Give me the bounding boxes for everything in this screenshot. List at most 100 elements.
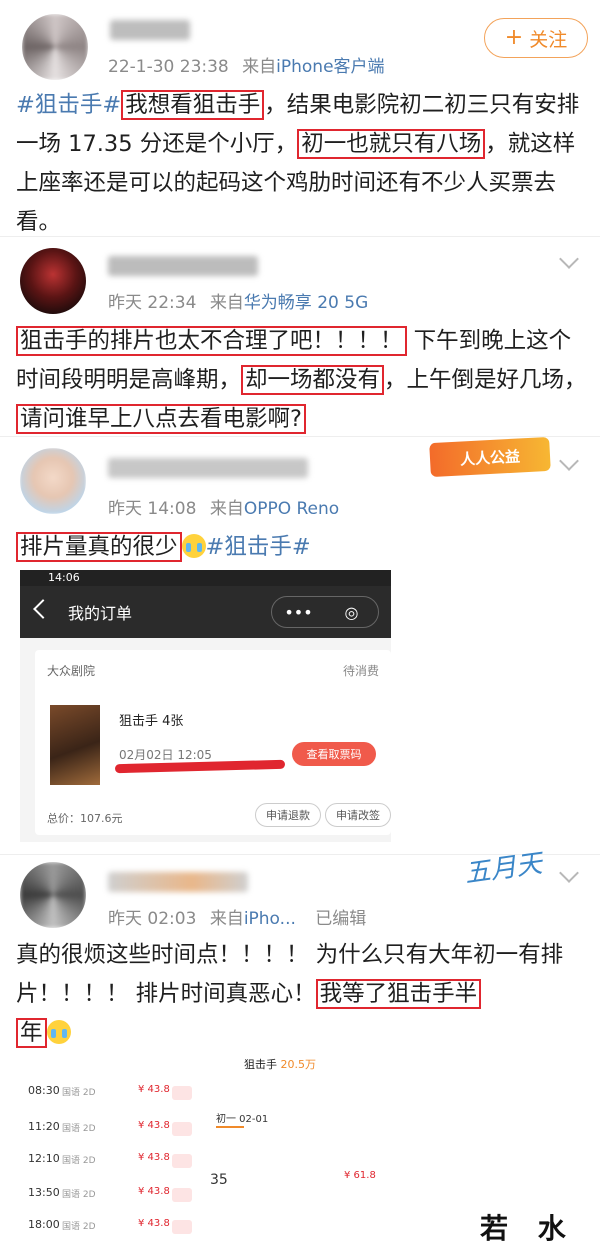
buy-tag <box>172 1086 192 1100</box>
source-prefix: 来自 <box>242 57 277 77</box>
status-time: 14:06 <box>48 571 80 584</box>
comment-meta: 昨天 02:03 来自iPho... 已编辑 <box>108 904 366 929</box>
row-time: 18:00 <box>28 1218 60 1231</box>
chevron-down-icon[interactable] <box>559 249 579 269</box>
public-welfare-badge[interactable]: 人人公益 <box>429 436 551 478</box>
comment-item: 昨天 22:34 来自华为畅享 20 5G 狙击手的排片也太不合理了吧！！！！ … <box>0 238 600 438</box>
list-item: 11:20 国语 2D ¥ 43.8 <box>20 1116 198 1152</box>
username[interactable] <box>108 458 308 478</box>
showtime: 02月02日 12:05 <box>119 748 212 762</box>
highlight-box: 狙击手的排片也太不合理了吧！！！！ <box>16 326 407 356</box>
edited-label: 已编辑 <box>315 909 367 929</box>
divider <box>0 436 600 437</box>
crying-emoji-icon <box>181 534 206 558</box>
view-ticket-code-button: 查看取票码 <box>292 742 376 766</box>
comment-text: 真的很烦这些时间点！！！！ 为什么只有大年初一有排片！！！！ 排片时间真恶心！我… <box>16 936 588 1053</box>
avatar[interactable] <box>20 248 86 314</box>
username[interactable] <box>108 872 248 892</box>
row-time: 35 <box>210 1172 228 1188</box>
row-time: 12:10 <box>28 1152 60 1165</box>
badge-label: 人人公益 <box>459 446 521 469</box>
order-total: 总价：107.6元 <box>47 812 123 825</box>
highlight-box: 我等了狙击手半 <box>315 979 482 1009</box>
highlight-box: 排片量真的很少 <box>16 532 182 562</box>
row-price: ¥ 43.8 <box>138 1084 170 1095</box>
comment-text: 排片量真的很少 #狙击手# <box>16 528 588 567</box>
buy-tag <box>172 1188 192 1202</box>
showtimes-screenshot-left[interactable]: 08:30 国语 2D ¥ 43.8 11:20 国语 2D ¥ 43.8 12:10 国… <box>20 1050 198 1245</box>
row-price: ¥ 43.8 <box>138 1218 170 1229</box>
avatar[interactable] <box>20 862 86 928</box>
row-price: ¥ 43.8 <box>138 1186 170 1197</box>
chevron-down-icon[interactable] <box>559 863 579 883</box>
list-item: 08:30 国语 2D ¥ 43.8 <box>20 1080 198 1116</box>
follow-button[interactable]: + 关注 <box>484 18 588 58</box>
comment-time: 昨天 22:34 <box>108 293 197 313</box>
hashtag-link[interactable]: #狙击手# <box>16 92 121 118</box>
back-arrow-icon <box>33 599 53 619</box>
comment-meta: 昨天 14:08 来自OPPO Reno <box>108 494 339 519</box>
comment-source[interactable]: OPPO Reno <box>244 499 339 519</box>
site-watermark: 若 水 网 <box>480 1212 576 1245</box>
list-item: 13:50 国语 2D ¥ 43.8 <box>20 1182 198 1218</box>
movie-title: 狙击手 <box>244 1058 277 1071</box>
username[interactable] <box>108 256 258 276</box>
showtimes-screenshot-right[interactable]: 狙击手 20.5万 初一 02-01 35 ¥ 61.8 <box>204 1050 396 1245</box>
username[interactable] <box>110 20 190 40</box>
highlight-box: 我想看狙击手 <box>121 90 265 120</box>
row-time: 08:30 <box>28 1084 60 1097</box>
date-tab: 初一 02-01 <box>216 1114 269 1125</box>
comment-source[interactable]: iPho... <box>244 909 296 929</box>
avatar[interactable] <box>22 14 88 80</box>
order-screenshot[interactable]: 14:06 我的订单 ••• ◎ 大众剧院 待消费 狙击手 4张 02月02日 … <box>20 570 391 842</box>
text-segment: 真的很烦这些时间点！！！！ 为什么只有大年初一有排片！！！！ 排片时间真恶心！ <box>16 942 564 1007</box>
avatar[interactable] <box>20 448 86 514</box>
divider <box>0 236 600 237</box>
buy-tag <box>172 1122 192 1136</box>
row-price: ¥ 43.8 <box>138 1120 170 1131</box>
row-hall: 国语 2D <box>62 1088 96 1098</box>
row-hall: 国语 2D <box>62 1156 96 1166</box>
comment-meta: 昨天 22:34 来自华为畅享 20 5G <box>108 288 368 313</box>
movie-poster <box>50 705 100 785</box>
main-post: 22-1-30 23:38 来自iPhone客户端 + 关注 #狙击手# 我想看狙… <box>0 0 600 235</box>
list-item: 18:00 国语 2D ¥ 43.8 <box>20 1214 198 1245</box>
row-time: 13:50 <box>28 1186 60 1199</box>
text-segment: ，上午倒是好几场， <box>384 367 587 393</box>
plus-icon: + <box>504 25 524 50</box>
chevron-down-icon[interactable] <box>559 451 579 471</box>
hashtag-link[interactable]: #狙击手# <box>206 534 311 560</box>
row-hall: 国语 2D <box>62 1222 96 1232</box>
order-status: 待消费 <box>342 664 379 678</box>
list-item: 12:10 国语 2D ¥ 43.8 <box>20 1148 198 1184</box>
crying-emoji-icon <box>46 1020 71 1044</box>
comment-item: 昨天 02:03 来自iPho... 已编辑 真的很烦这些时间点！！！！ 为什么… <box>0 856 600 1048</box>
row-price: ¥ 43.8 <box>138 1152 170 1163</box>
highlight-box: 初一也就只有八场 <box>297 129 486 159</box>
highlight-box: 却一场都没有 <box>241 365 385 395</box>
source-prefix: 来自 <box>209 293 244 313</box>
post-timestamp: 22-1-30 23:38 <box>108 57 229 77</box>
post-meta: 22-1-30 23:38 来自iPhone客户端 <box>108 52 385 77</box>
source-prefix: 来自 <box>209 909 244 929</box>
want-count: 20.5万 <box>280 1058 317 1071</box>
comment-source[interactable]: 华为畅享 20 5G <box>244 293 368 313</box>
post-text: #狙击手# 我想看狙击手 ，结果电影院初二初三只有安排一场 17.35 分还是个小厅… <box>16 86 588 242</box>
nav-title: 我的订单 <box>68 604 133 623</box>
row-price: ¥ 61.8 <box>344 1170 376 1181</box>
follow-label: 关注 <box>529 28 568 51</box>
more-icon: ••• <box>284 602 313 622</box>
row-time: 11:20 <box>28 1120 60 1133</box>
highlight-box: 年 <box>16 1018 47 1048</box>
change-button: 申请改签 <box>325 803 391 827</box>
close-circle-icon: ◎ <box>344 602 359 622</box>
tab-underline <box>216 1126 244 1128</box>
movie-title: 狙击手 4张 <box>119 714 184 729</box>
post-source[interactable]: iPhone客户端 <box>276 57 384 77</box>
comment-time: 昨天 14:08 <box>108 499 197 519</box>
highlight-box: 请问谁早上八点去看电影啊? <box>16 404 306 434</box>
order-card: 大众剧院 待消费 狙击手 4张 02月02日 12:05 查看取票码 总价：10… <box>35 650 391 835</box>
status-bar: 14:06 <box>20 570 391 586</box>
movie-header: 狙击手 20.5万 <box>244 1056 316 1072</box>
nav-bar: 我的订单 ••• ◎ <box>20 586 391 638</box>
